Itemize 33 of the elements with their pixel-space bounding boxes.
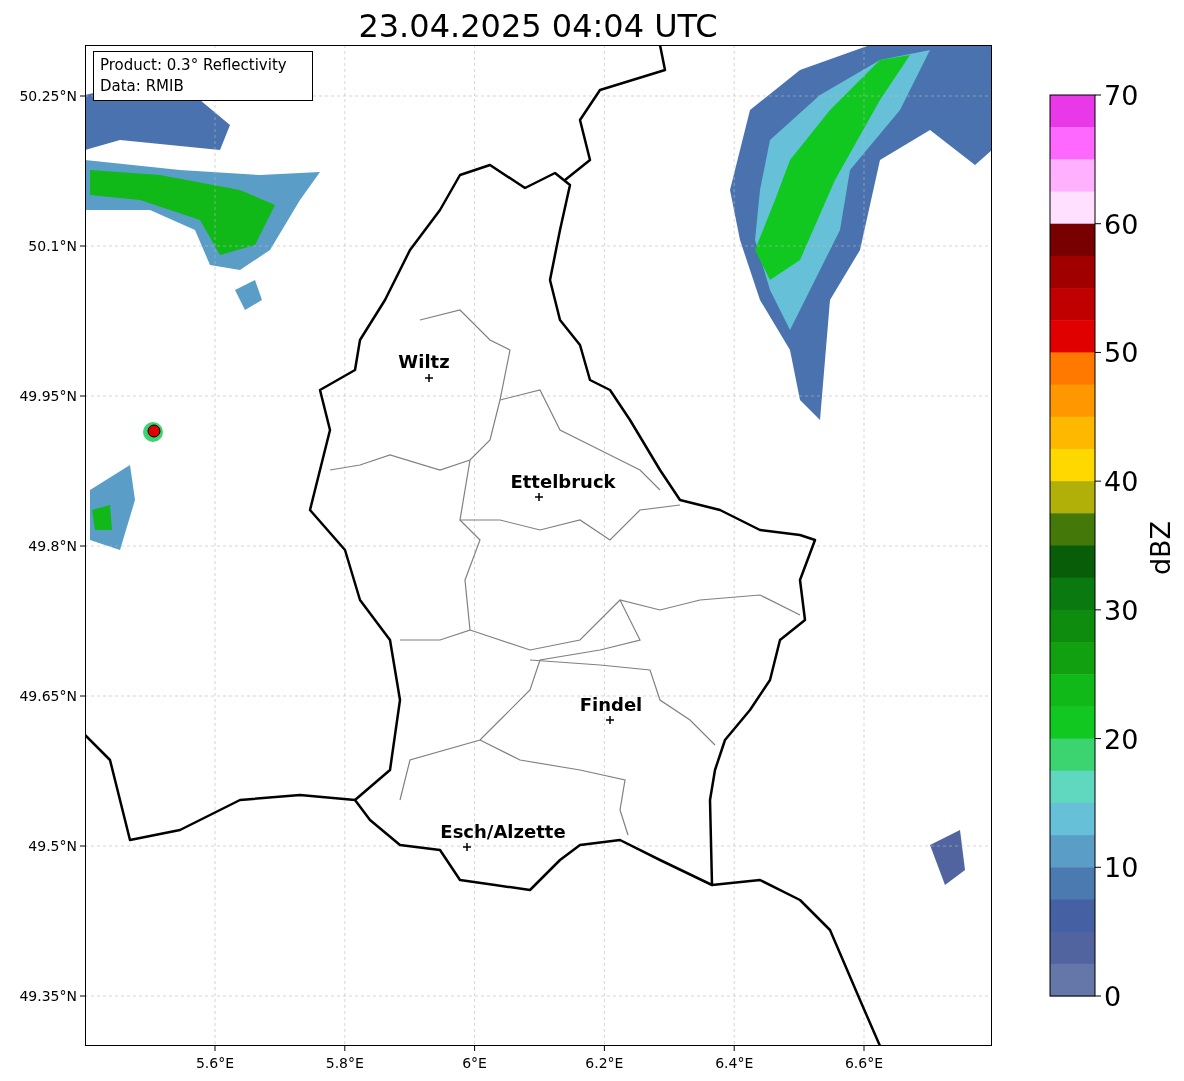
colorbar-tick-label: 30 — [1104, 594, 1139, 626]
axis-tick-label: 6°E — [462, 1055, 487, 1071]
colorbar-tick-label: 40 — [1104, 466, 1139, 498]
axis-tick-label: 5.8°E — [325, 1055, 364, 1071]
axis-tick-label: 49.95°N — [19, 388, 77, 404]
colorbar-tick-label: 50 — [1104, 337, 1139, 369]
city-label: Findel — [579, 694, 643, 715]
city-marker-icon — [424, 373, 434, 383]
city-label: Wiltz — [398, 351, 450, 372]
chart-title: 23.04.2025 04:04 UTC — [358, 7, 718, 45]
legend-text: Data: RMIB — [100, 77, 184, 95]
city-label: Ettelbruck — [510, 471, 616, 492]
axis-tick-label: 50.25°N — [19, 88, 77, 104]
colorbar-label: dBZ — [1145, 520, 1176, 576]
axis-tick-label: 50.1°N — [28, 238, 77, 254]
axis-tick-label: 49.65°N — [19, 688, 77, 704]
colorbar-tick-label: 70 — [1104, 80, 1139, 111]
city-label: Esch/Alzette — [440, 821, 566, 842]
legend-text: Product: 0.3° Reflectivity — [100, 56, 287, 74]
colorbar-tick-label: 10 — [1104, 852, 1139, 884]
axis-tick-label: 49.8°N — [28, 538, 77, 554]
city-marker-icon — [462, 842, 472, 852]
axis-tick-label: 6.2°E — [585, 1055, 624, 1071]
axis-tick-label: 49.35°N — [19, 988, 77, 1004]
city-marker-icon — [605, 715, 615, 725]
axis-tick-label: 49.5°N — [28, 838, 77, 854]
axis-tick-label: 6.6°E — [844, 1055, 884, 1071]
axis-tick-label: 6.4°E — [715, 1055, 754, 1071]
colorbar-tick-label: 60 — [1104, 208, 1139, 240]
city-marker-icon — [534, 492, 544, 502]
colorbar-tick-label: 20 — [1104, 723, 1139, 755]
axis-tick-label: 5.6°E — [195, 1055, 235, 1071]
colorbar-tick-label: 0 — [1104, 981, 1122, 1012]
